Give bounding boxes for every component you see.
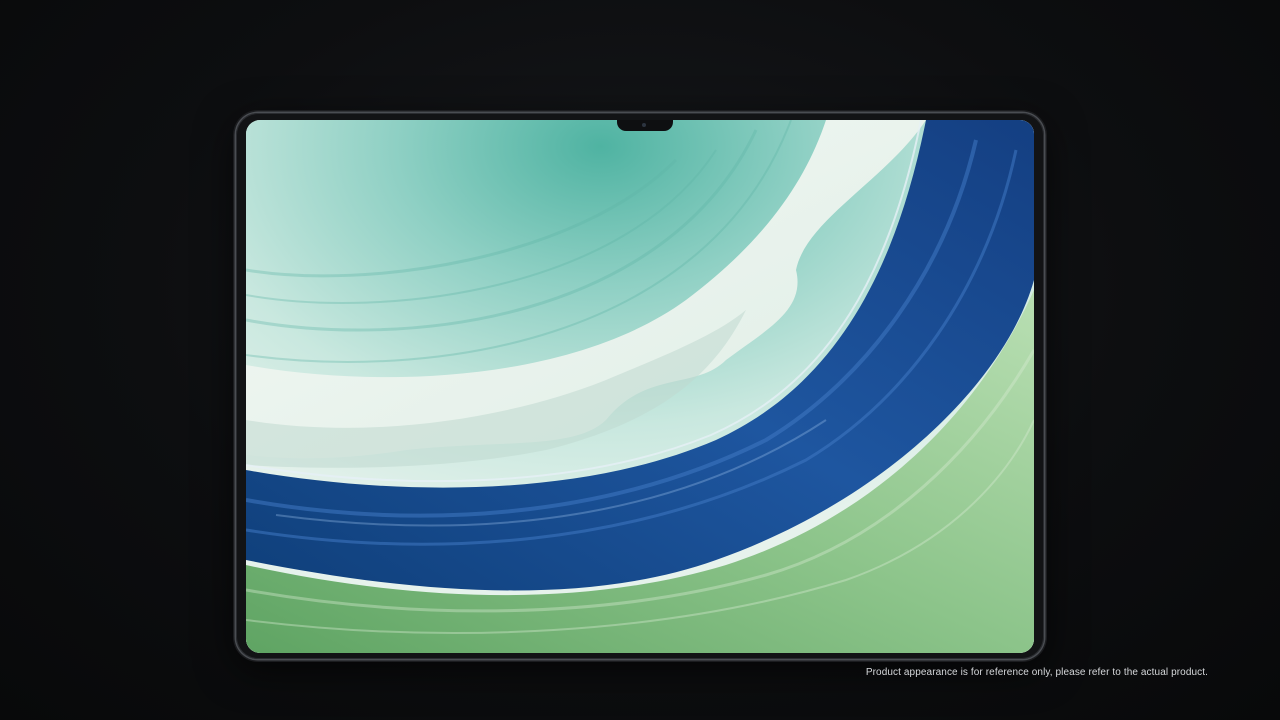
tablet-screen bbox=[246, 120, 1034, 653]
tablet-device bbox=[236, 113, 1044, 659]
disclaimer-text: Product appearance is for reference only… bbox=[865, 667, 1208, 678]
dark-backdrop: Product appearance is for reference only… bbox=[0, 0, 1280, 720]
camera-lens-icon bbox=[642, 123, 646, 127]
wallpaper-abstract-waves bbox=[246, 120, 1034, 653]
front-camera-notch bbox=[617, 120, 673, 131]
